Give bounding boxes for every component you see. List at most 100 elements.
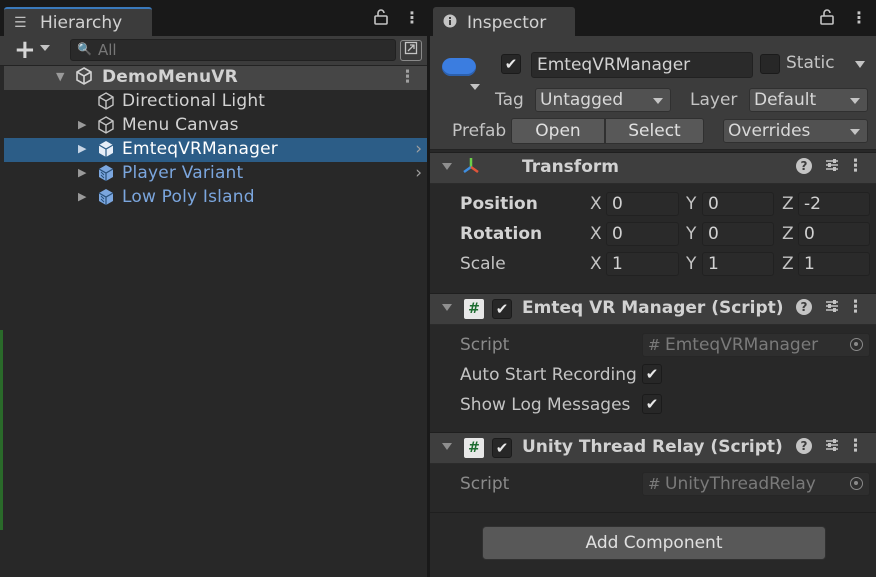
info-icon: [443, 14, 457, 32]
item-name: Menu Canvas: [122, 115, 239, 135]
tag-label: Tag: [495, 90, 524, 110]
presets-icon[interactable]: [824, 298, 840, 318]
lock-icon[interactable]: [374, 9, 388, 29]
search-placeholder: All: [98, 41, 117, 59]
tag-dropdown[interactable]: Untagged: [535, 88, 671, 112]
scene-visibility-icon[interactable]: [400, 40, 422, 61]
scene-more-icon[interactable]: ⋮: [399, 67, 416, 87]
hierarchy-row-directional-light[interactable]: Directional Light: [4, 90, 427, 116]
open-prefab-chevron-icon[interactable]: ›: [415, 139, 422, 159]
position-z-field[interactable]: -2: [798, 192, 870, 216]
position-x-label[interactable]: X: [590, 194, 602, 214]
position-y-label[interactable]: Y: [686, 194, 696, 214]
hierarchy-search-input[interactable]: 🔍 All: [70, 39, 396, 61]
scale-z-label[interactable]: Z: [782, 254, 794, 274]
component-more-icon[interactable]: ⋮: [847, 156, 864, 176]
hierarchy-row-player-variant[interactable]: ▶ Player Variant ›: [4, 162, 427, 186]
prefab-cube-icon: [96, 139, 116, 164]
scene-view-edge: [0, 330, 3, 530]
gameobject-icon[interactable]: [442, 58, 476, 76]
prefab-open-button[interactable]: Open: [511, 118, 605, 144]
inspector-tab[interactable]: Inspector: [433, 7, 575, 36]
scale-x-label[interactable]: X: [590, 254, 602, 274]
foldout-icon[interactable]: [442, 443, 452, 450]
component-more-icon[interactable]: ⋮: [847, 436, 864, 456]
hierarchy-row-low-poly-island[interactable]: ▶ Low Poly Island: [4, 186, 427, 212]
create-dropdown-icon[interactable]: [40, 45, 50, 51]
expand-down-icon[interactable]: ▼: [56, 70, 64, 83]
emteq-vr-manager-component-header[interactable]: # ✔ Emteq VR Manager (Script) ? ⋮: [430, 293, 876, 325]
show-log-messages-label: Show Log Messages: [460, 395, 631, 415]
hierarchy-tab[interactable]: ☰ Hierarchy: [4, 7, 152, 36]
help-icon[interactable]: ?: [796, 438, 812, 454]
active-toggle[interactable]: ✔: [501, 54, 521, 74]
scale-y-label[interactable]: Y: [686, 254, 696, 274]
foldout-icon[interactable]: [442, 163, 452, 170]
presets-icon[interactable]: [824, 437, 840, 457]
scene-name: DemoMenuVR: [102, 67, 238, 87]
hierarchy-row-scene[interactable]: ▼ DemoMenuVR ⋮: [4, 66, 427, 90]
auto-start-recording-checkbox[interactable]: ✔: [642, 364, 662, 384]
script-hash-icon: #: [648, 475, 661, 493]
rotation-x-label[interactable]: X: [590, 224, 602, 244]
scale-z-field[interactable]: 1: [798, 252, 870, 276]
expand-right-icon[interactable]: ▶: [78, 166, 86, 179]
position-x-field[interactable]: 0: [606, 192, 679, 216]
position-y-field[interactable]: 0: [702, 192, 774, 216]
create-plus-icon[interactable]: +: [14, 36, 36, 64]
object-name-input[interactable]: EmteqVRManager: [531, 52, 753, 78]
scale-y-field[interactable]: 1: [702, 252, 774, 276]
check-icon: ✔: [495, 439, 509, 457]
script-object-field[interactable]: # UnityThreadRelay: [642, 472, 870, 496]
rotation-y-label[interactable]: Y: [686, 224, 696, 244]
script-object-field[interactable]: # EmteqVRManager: [642, 333, 870, 357]
item-name: Low Poly Island: [122, 187, 255, 207]
foldout-icon[interactable]: [442, 304, 452, 311]
hierarchy-row-emteqvrmanager[interactable]: ▶ EmteqVRManager ›: [4, 138, 427, 164]
icon-dropdown-icon[interactable]: [470, 84, 480, 90]
static-toggle[interactable]: [760, 54, 780, 74]
presets-icon[interactable]: [824, 157, 840, 177]
more-options-icon[interactable]: ⋮: [404, 8, 420, 27]
hierarchy-panel: ☰ Hierarchy ⋮ + 🔍 All ▼ DemoMenuVR ⋮ Dir…: [0, 0, 428, 577]
script-label: Script: [460, 335, 510, 355]
layer-dropdown[interactable]: Default: [749, 88, 868, 112]
layer-label: Layer: [690, 90, 738, 110]
tag-value: Untagged: [540, 90, 624, 110]
hierarchy-tab-bar: ☰ Hierarchy ⋮: [0, 0, 427, 36]
prefab-model-icon: [96, 187, 116, 212]
search-icon: 🔍: [77, 42, 92, 56]
object-picker-icon[interactable]: [850, 338, 863, 351]
position-z-label[interactable]: Z: [782, 194, 794, 214]
rotation-z-label[interactable]: Z: [782, 224, 794, 244]
hierarchy-row-menu-canvas[interactable]: ▶ Menu Canvas: [4, 114, 427, 140]
prefab-select-button[interactable]: Select: [605, 118, 704, 144]
component-enabled-toggle[interactable]: ✔: [492, 438, 512, 458]
expand-right-icon[interactable]: ▶: [78, 142, 86, 155]
object-picker-icon[interactable]: [850, 477, 863, 490]
add-component-button[interactable]: Add Component: [482, 526, 826, 560]
transform-component-header[interactable]: Transform ? ⋮: [430, 152, 876, 184]
lock-icon[interactable]: [820, 9, 834, 29]
open-prefab-chevron-icon[interactable]: ›: [415, 163, 422, 183]
hierarchy-list-icon: ☰: [14, 15, 27, 31]
static-dropdown-icon[interactable]: [855, 61, 865, 68]
expand-right-icon[interactable]: ▶: [78, 118, 86, 131]
component-more-icon[interactable]: ⋮: [847, 297, 864, 317]
unity-thread-relay-component-header[interactable]: # ✔ Unity Thread Relay (Script) ? ⋮: [430, 432, 876, 464]
help-icon[interactable]: ?: [796, 158, 812, 174]
gameobject-cube-icon: [96, 115, 116, 140]
rotation-x-field[interactable]: 0: [606, 222, 679, 246]
scale-x-field[interactable]: 1: [606, 252, 679, 276]
static-label: Static: [786, 53, 835, 73]
gameobject-cube-icon: [96, 91, 116, 116]
more-options-icon[interactable]: ⋮: [851, 8, 867, 27]
component-enabled-toggle[interactable]: ✔: [492, 299, 512, 319]
expand-right-icon[interactable]: ▶: [78, 190, 86, 203]
prefab-overrides-dropdown[interactable]: Overrides: [723, 119, 868, 143]
position-label: Position: [460, 194, 538, 214]
rotation-y-field[interactable]: 0: [702, 222, 774, 246]
show-log-messages-checkbox[interactable]: ✔: [642, 394, 662, 414]
rotation-z-field[interactable]: 0: [798, 222, 870, 246]
help-icon[interactable]: ?: [796, 299, 812, 315]
